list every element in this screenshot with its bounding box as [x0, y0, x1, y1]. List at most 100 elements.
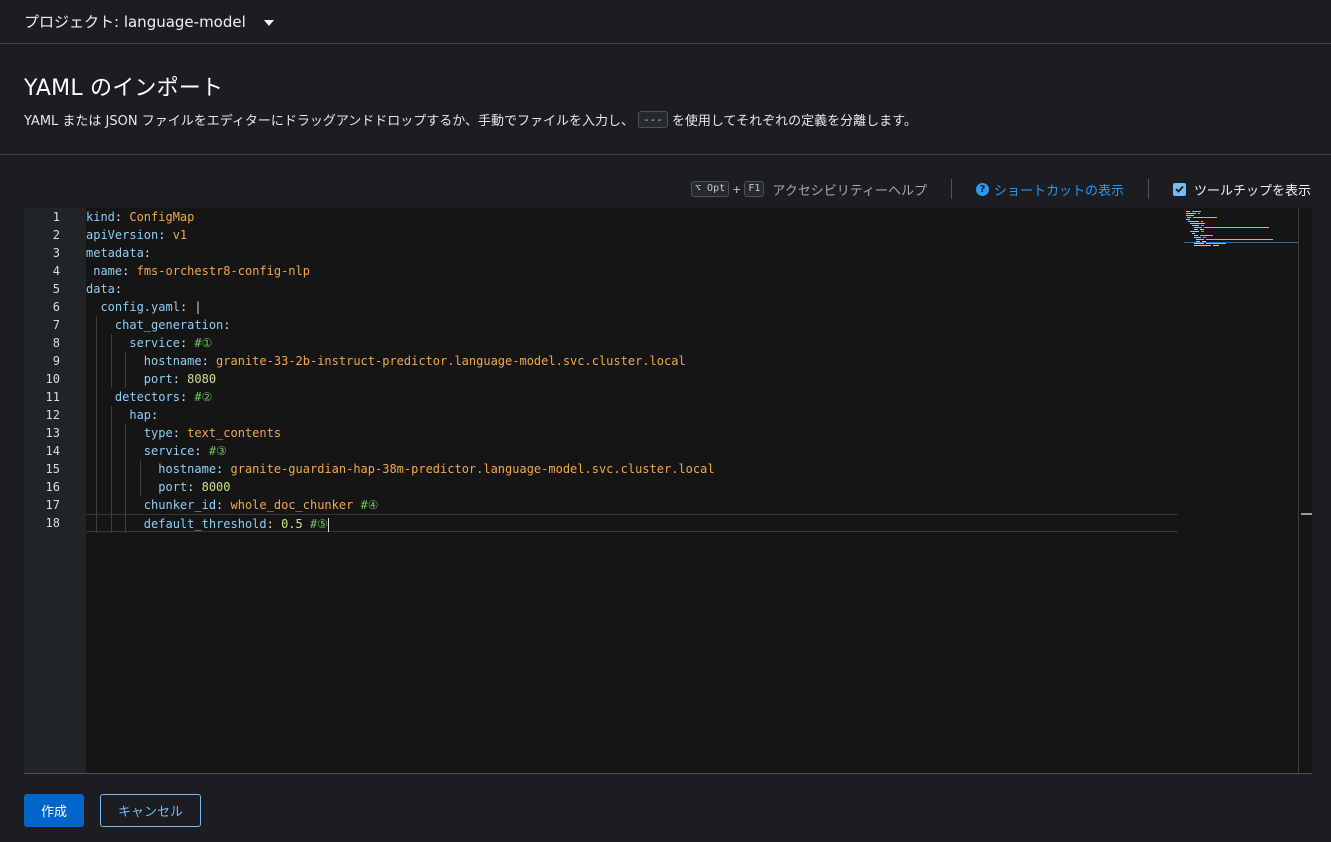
- code-line[interactable]: data:: [86, 280, 1178, 298]
- code-line[interactable]: hostname: granite-guardian-hap-38m-predi…: [86, 460, 1178, 478]
- code-line[interactable]: port: 8080: [86, 370, 1178, 388]
- cancel-button[interactable]: キャンセル: [100, 794, 201, 827]
- yaml-comment: #④: [360, 498, 379, 512]
- code-line[interactable]: hostname: granite-33-2b-instruct-predict…: [86, 352, 1178, 370]
- code-line[interactable]: default_threshold: 0.5 #⑤: [86, 514, 1178, 533]
- f1-key: F1: [744, 181, 765, 197]
- indent-guide: [96, 316, 98, 334]
- indent-guide: [125, 478, 127, 496]
- yaml-colon: :: [122, 264, 137, 278]
- indent-guide: [96, 406, 98, 424]
- toolbar-divider: [950, 179, 952, 199]
- line-number: 5: [52, 282, 60, 296]
- project-label[interactable]: プロジェクト: language-model: [24, 11, 246, 32]
- minimap-line: [1194, 227, 1202, 228]
- yaml-comment: #②: [194, 390, 213, 404]
- show-shortcuts-link[interactable]: ? ショートカットの表示: [975, 180, 1124, 199]
- code-line[interactable]: hap:: [86, 406, 1178, 424]
- line-number: 12: [45, 408, 60, 422]
- indent-guide: [96, 442, 98, 460]
- code-line[interactable]: type: text_contents: [86, 424, 1178, 442]
- code-line[interactable]: name: fms-orchestr8-config-nlp: [86, 262, 1178, 280]
- minimap-line: [1190, 223, 1205, 224]
- yaml-value: 8000: [201, 480, 231, 494]
- minimap-line: [1203, 237, 1206, 238]
- indent-guide: [96, 334, 98, 352]
- yaml-colon: :: [194, 444, 209, 458]
- yaml-key: apiVersion: [86, 228, 159, 242]
- project-selector[interactable]: プロジェクト: language-model: [0, 0, 1331, 44]
- minimap-line: [1204, 227, 1269, 228]
- minimap-line: [1198, 213, 1200, 214]
- indent-guide: [110, 352, 112, 370]
- yaml-key: service: [129, 336, 180, 350]
- minimap-line: [1192, 211, 1201, 212]
- line-number: 9: [52, 354, 60, 368]
- yaml-colon: :: [179, 300, 195, 314]
- indent-guide: [96, 460, 98, 478]
- vertical-scrollbar[interactable]: [1298, 208, 1312, 773]
- minimap-line: [1188, 221, 1199, 222]
- minimap[interactable]: [1178, 208, 1298, 773]
- indent-guide: [110, 424, 112, 442]
- code-line[interactable]: chunker_id: whole_doc_chunker #④: [86, 496, 1178, 514]
- code-line[interactable]: service: #①: [86, 334, 1178, 352]
- line-number: 1: [52, 210, 60, 224]
- code-line[interactable]: kind: ConfigMap: [86, 208, 1178, 226]
- indent-guide: [96, 388, 98, 406]
- page-header: YAML のインポート YAML または JSON ファイルをエディターにドラッ…: [0, 44, 1331, 155]
- yaml-value: granite-33-2b-instruct-predictor.languag…: [216, 354, 686, 368]
- yaml-key: hostname: [143, 354, 202, 368]
- code-line[interactable]: port: 8000: [86, 478, 1178, 496]
- minimap-line: [1192, 233, 1195, 234]
- code-line[interactable]: detectors: #②: [86, 388, 1178, 406]
- checkmark-icon: [1175, 185, 1184, 193]
- yaml-colon: :: [216, 462, 231, 476]
- line-number: 3: [52, 246, 60, 260]
- code-area[interactable]: kind: ConfigMap apiVersion: v1 metadata: n…: [86, 208, 1178, 773]
- yaml-comment: #⑤: [310, 517, 328, 531]
- yaml-colon: :: [201, 354, 217, 368]
- yaml-key: name: [93, 264, 123, 278]
- show-tooltips-label[interactable]: ツールチップを表示: [1194, 180, 1311, 199]
- yaml-colon: :: [187, 480, 202, 494]
- yaml-colon: :: [172, 372, 188, 386]
- yaml-editor[interactable]: 1 2 3 4 5 6 7 8 9 10 11 12 13 14 15 16 17 18 kind: Config…: [24, 208, 1312, 774]
- minimap-line: [1194, 235, 1198, 236]
- create-button[interactable]: 作成: [24, 794, 84, 827]
- code-line[interactable]: apiVersion: v1: [86, 226, 1178, 244]
- yaml-key: chunker_id: [143, 498, 217, 512]
- yaml-value: |: [194, 300, 202, 314]
- code-line[interactable]: service: #③: [86, 442, 1178, 460]
- minimap-line: [1206, 239, 1273, 240]
- show-tooltips-checkbox[interactable]: [1172, 182, 1186, 196]
- minimap-viewport[interactable]: [1184, 242, 1298, 243]
- description-text-end: を使用してそれぞれの定義を分離します。: [671, 114, 917, 129]
- yaml-colon: :: [143, 246, 152, 260]
- yaml-comment: #①: [194, 336, 213, 350]
- minimap-line: [1193, 217, 1217, 218]
- minimap-line: [1190, 231, 1199, 232]
- code-line[interactable]: metadata:: [86, 244, 1178, 262]
- code-line[interactable]: config.yaml: |: [86, 298, 1178, 316]
- yaml-colon: :: [158, 228, 173, 242]
- key-plus: +: [732, 182, 742, 196]
- yaml-key: default_threshold: [143, 517, 267, 531]
- yaml-colon: :: [114, 210, 130, 224]
- minimap-line: [1201, 231, 1204, 232]
- yaml-key: hap: [129, 408, 152, 422]
- indent-guide: [125, 515, 127, 533]
- caret-down-icon[interactable]: [263, 19, 274, 26]
- indent-guide: [110, 515, 112, 533]
- code-line[interactable]: chat_generation:: [86, 316, 1178, 334]
- show-shortcuts-label[interactable]: ショートカットの表示: [994, 180, 1124, 199]
- line-number-gutter: 1 2 3 4 5 6 7 8 9 10 11 12 13 14 15 16 17 18: [24, 208, 86, 773]
